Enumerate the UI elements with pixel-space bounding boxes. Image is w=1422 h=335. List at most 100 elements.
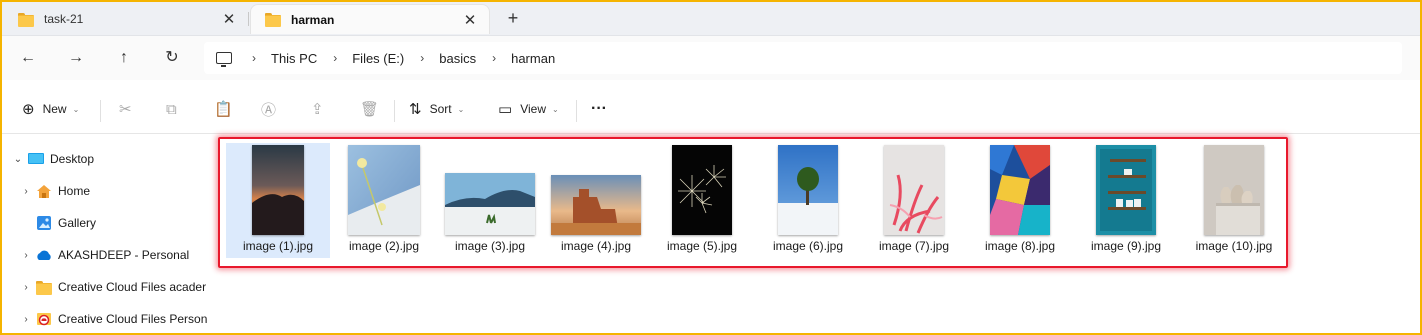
- tab-strip: task-21 ✕ harman ✕ +: [2, 2, 1420, 36]
- divider: [576, 100, 577, 122]
- chevron-right-icon[interactable]: ›: [333, 51, 337, 65]
- new-label: New: [42, 102, 67, 116]
- sort-button[interactable]: ⇅ Sort ⌄: [409, 96, 464, 122]
- chevron-right-icon[interactable]: ›: [18, 250, 34, 261]
- sidebar-item-label: Creative Cloud Files acader: [58, 280, 207, 294]
- chevron-down-icon[interactable]: ⌄: [10, 154, 26, 165]
- cut-button[interactable]: ✂: [119, 96, 140, 122]
- more-options-button[interactable]: ···: [591, 96, 607, 122]
- chevron-right-icon[interactable]: ›: [252, 51, 256, 65]
- new-button[interactable]: ⊕ New ⌄: [22, 96, 79, 122]
- image-thumbnail: [1204, 145, 1264, 235]
- tab-label: harman: [291, 12, 335, 27]
- sidebar-item-gallery[interactable]: Gallery: [34, 211, 212, 235]
- chevron-right-icon[interactable]: ›: [18, 186, 34, 197]
- view-icon: ▭: [498, 101, 513, 118]
- rename-icon: Ⓐ: [261, 101, 277, 119]
- creative-cloud-icon: [34, 311, 54, 327]
- file-item-image-8[interactable]: image (8).jpg: [968, 143, 1072, 258]
- image-thumbnail: [1096, 145, 1156, 235]
- file-name: image (10).jpg: [1195, 239, 1273, 253]
- image-thumbnail: [778, 145, 838, 235]
- address-bar[interactable]: › This PC › Files (E:) › basics › harman: [204, 42, 1402, 74]
- divider: [100, 100, 101, 122]
- plus-circle-icon: ⊕: [22, 101, 35, 118]
- image-thumbnail: [551, 175, 641, 235]
- scissors-icon: ✂: [119, 101, 132, 118]
- file-name: image (7).jpg: [878, 239, 950, 253]
- image-thumbnail: [445, 173, 535, 235]
- sidebar-item-label: AKASHDEEP - Personal: [58, 248, 190, 262]
- sidebar-item-home[interactable]: › Home: [18, 179, 228, 203]
- sidebar-item-onedrive[interactable]: › AKASHDEEP - Personal: [18, 243, 228, 267]
- file-view: image (1).jpg image (2).jpg image (3).jp…: [214, 135, 1420, 333]
- file-item-image-9[interactable]: image (9).jpg: [1074, 143, 1178, 258]
- paste-icon: 📋: [214, 101, 233, 118]
- folder-icon: [265, 13, 281, 27]
- tab-harman[interactable]: harman ✕: [250, 4, 490, 34]
- sidebar-item-label: Desktop: [50, 152, 95, 166]
- new-tab-button[interactable]: +: [502, 8, 524, 30]
- chevron-right-icon[interactable]: ›: [420, 51, 424, 65]
- share-button[interactable]: ⇪: [311, 96, 332, 122]
- forward-button[interactable]: →: [62, 46, 90, 70]
- view-label: View: [520, 102, 546, 116]
- sidebar-item-creative-cloud-academic[interactable]: › Creative Cloud Files acader: [18, 275, 212, 299]
- chevron-down-icon: ⌄: [457, 104, 465, 114]
- close-icon[interactable]: ✕: [461, 11, 479, 29]
- sidebar-item-desktop[interactable]: ⌄ Desktop: [10, 147, 220, 171]
- file-name: image (6).jpg: [772, 239, 844, 253]
- image-thumbnail: [990, 145, 1050, 235]
- copy-icon: ⧉: [166, 100, 177, 118]
- file-name: image (3).jpg: [454, 239, 526, 253]
- file-name: image (2).jpg: [348, 239, 420, 253]
- folder-icon: [18, 12, 34, 27]
- file-item-image-7[interactable]: image (7).jpg: [862, 143, 966, 258]
- file-item-image-5[interactable]: image (5).jpg: [650, 143, 754, 258]
- navigation-bar: ← → ↑ ↻ › This PC › Files (E:) › basics …: [2, 36, 1420, 80]
- refresh-button[interactable]: ↻: [158, 46, 186, 70]
- file-name: image (5).jpg: [666, 239, 738, 253]
- file-item-image-6[interactable]: image (6).jpg: [756, 143, 860, 258]
- sort-label: Sort: [429, 102, 452, 116]
- desktop-icon: [26, 152, 46, 166]
- file-item-image-3[interactable]: image (3).jpg: [438, 143, 542, 258]
- gallery-icon: [34, 215, 54, 231]
- chevron-right-icon[interactable]: ›: [18, 314, 34, 325]
- image-thumbnail: [348, 145, 420, 235]
- file-item-image-10[interactable]: image (10).jpg: [1182, 143, 1286, 258]
- copy-button[interactable]: ⧉: [166, 96, 185, 122]
- chevron-right-icon[interactable]: ›: [18, 282, 34, 293]
- onedrive-icon: [34, 250, 54, 261]
- file-name: image (9).jpg: [1090, 239, 1162, 253]
- breadcrumb-this-pc[interactable]: This PC: [271, 51, 317, 66]
- image-thumbnail: [884, 145, 944, 235]
- view-button[interactable]: ▭ View ⌄: [498, 96, 559, 122]
- close-icon[interactable]: ✕: [220, 10, 238, 28]
- chevron-down-icon: ⌄: [72, 104, 80, 114]
- file-name: image (8).jpg: [984, 239, 1056, 253]
- back-button[interactable]: ←: [14, 46, 42, 70]
- home-icon: [34, 184, 54, 199]
- breadcrumb-basics[interactable]: basics: [439, 51, 476, 66]
- tab-task-21[interactable]: task-21 ✕: [4, 4, 248, 34]
- paste-button[interactable]: 📋: [214, 96, 241, 122]
- file-item-image-2[interactable]: image (2).jpg: [332, 143, 436, 258]
- rename-button[interactable]: Ⓐ: [261, 96, 284, 122]
- file-item-image-4[interactable]: image (4).jpg: [544, 143, 648, 258]
- trash-icon: 🗑: [360, 101, 380, 118]
- file-item-image-1[interactable]: image (1).jpg: [226, 143, 330, 258]
- sidebar-item-creative-cloud-personal[interactable]: › Creative Cloud Files Person: [18, 307, 212, 331]
- command-bar: ⊕ New ⌄ ✂ ⧉ 📋 Ⓐ ⇪ 🗑 ⇅ Sort ⌄ ▭ View ⌄ ··…: [2, 82, 1420, 134]
- file-explorer-window: task-21 ✕ harman ✕ + ← → ↑ ↻ › This PC ›…: [0, 0, 1422, 335]
- sidebar-item-label: Creative Cloud Files Person: [58, 312, 208, 326]
- computer-icon[interactable]: [216, 52, 232, 67]
- sort-icon: ⇅: [409, 101, 422, 118]
- chevron-right-icon[interactable]: ›: [492, 51, 496, 65]
- delete-button[interactable]: 🗑: [360, 96, 387, 122]
- up-button[interactable]: ↑: [110, 46, 138, 70]
- file-name: image (1).jpg: [242, 239, 314, 253]
- breadcrumb-files-e[interactable]: Files (E:): [352, 51, 404, 66]
- breadcrumb-harman[interactable]: harman: [511, 51, 555, 66]
- navigation-pane: ⌄ Desktop › Home Gallery › AKASHDEEP - P…: [2, 135, 212, 333]
